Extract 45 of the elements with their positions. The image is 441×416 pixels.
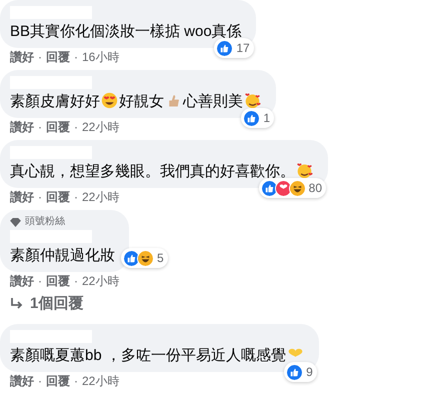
reply-link[interactable]: 回覆 bbox=[46, 274, 70, 289]
separator-dot: · bbox=[74, 274, 78, 289]
view-replies-link[interactable]: 1個回覆 bbox=[0, 295, 84, 313]
separator-dot: · bbox=[74, 190, 78, 205]
smiling-face-with-hearts-icon bbox=[296, 162, 313, 179]
reply-arrow-icon bbox=[10, 298, 24, 310]
separator-dot: · bbox=[38, 120, 42, 135]
timestamp: 22小時 bbox=[82, 120, 120, 135]
timestamp: 22小時 bbox=[82, 274, 120, 289]
like-link[interactable]: 讚好 bbox=[10, 374, 34, 389]
separator-dot: · bbox=[38, 50, 42, 65]
like-link[interactable]: 讚好 bbox=[10, 274, 34, 289]
separator-dot: · bbox=[74, 120, 78, 135]
reply-link[interactable]: 回覆 bbox=[46, 120, 70, 135]
like-reaction-icon bbox=[243, 110, 260, 126]
reply-link[interactable]: 回覆 bbox=[46, 50, 70, 65]
reaction-summary[interactable]: 80 bbox=[258, 178, 326, 198]
like-reaction-icon bbox=[216, 40, 234, 56]
heart-eyes-emoji-icon bbox=[101, 92, 118, 109]
comment-text: 素顏仲靚過化妝 bbox=[10, 246, 116, 266]
like-reaction-icon bbox=[260, 180, 278, 196]
heart-reaction-icon bbox=[274, 180, 292, 196]
separator-dot: · bbox=[74, 50, 78, 65]
reply-link[interactable]: 回覆 bbox=[46, 374, 70, 389]
separator-dot: · bbox=[38, 374, 42, 389]
timestamp: 16小時 bbox=[82, 50, 120, 65]
smiling-face-with-hearts-icon bbox=[244, 92, 261, 109]
timestamp: 22小時 bbox=[82, 374, 120, 389]
like-link[interactable]: 讚好 bbox=[10, 50, 34, 65]
like-link[interactable]: 讚好 bbox=[10, 120, 34, 135]
like-reaction-icon bbox=[286, 364, 304, 380]
reaction-summary[interactable]: 1 bbox=[241, 108, 274, 128]
reply-link[interactable]: 回覆 bbox=[46, 190, 70, 205]
like-link[interactable]: 讚好 bbox=[10, 190, 34, 205]
laughing-reaction-icon bbox=[288, 180, 306, 196]
reaction-summary[interactable]: 17 bbox=[214, 38, 254, 58]
laughing-reaction-icon bbox=[137, 250, 154, 266]
timestamp: 22小時 bbox=[82, 190, 120, 205]
top-fan-label: 頭號粉絲 bbox=[25, 216, 65, 228]
separator-dot: · bbox=[74, 374, 78, 389]
reaction-summary[interactable]: 9 bbox=[284, 362, 317, 382]
separator-dot: · bbox=[38, 274, 42, 289]
diamond-icon bbox=[10, 218, 21, 226]
reaction-summary[interactable]: 5 bbox=[121, 248, 168, 268]
separator-dot: · bbox=[38, 190, 42, 205]
